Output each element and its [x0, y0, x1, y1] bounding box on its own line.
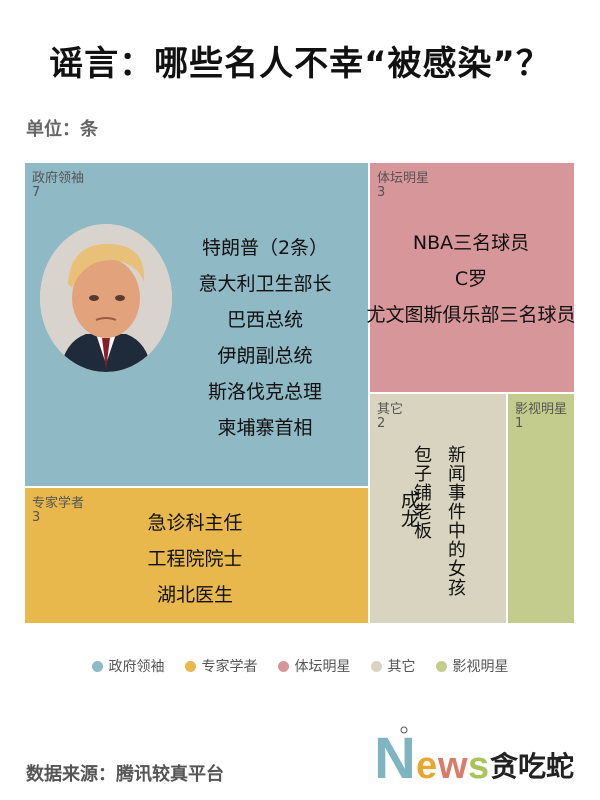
tile-value-label: 2: [377, 416, 386, 431]
legend: 政府领袖 专家学者 体坛明星 其它 影视明星: [0, 656, 600, 676]
legend-label: 体坛明星: [294, 659, 351, 675]
tile-items: 成龙: [391, 490, 600, 528]
tile-category-label: 影视明星: [515, 402, 568, 417]
tile-items: NBA三名球员 C罗尤文图斯俱乐部三名球员: [321, 225, 600, 333]
legend-item: 体坛明星: [277, 656, 351, 676]
portrait-image: [40, 224, 172, 372]
legend-item: 其它: [370, 656, 416, 676]
news-snake-logo: N e w s 贪吃蛇: [374, 726, 574, 786]
tile-item: 急诊科主任: [147, 512, 243, 534]
legend-swatch-icon: [184, 660, 196, 672]
tile-category-label: 其它: [377, 402, 404, 417]
tile-item: 尤文图斯俱乐部三名球员: [366, 304, 576, 326]
legend-item: 专家学者: [184, 656, 258, 676]
legend-swatch-icon: [277, 660, 289, 672]
tile-value-label: 7: [32, 185, 41, 200]
tile-category-label: 政府领袖: [32, 171, 85, 186]
tile-value-label: 3: [377, 185, 386, 200]
tile-items: 急诊科主任工程院院士湖北医生: [45, 505, 345, 613]
legend-swatch-icon: [370, 660, 382, 672]
tile-category-label: 体坛明星: [377, 171, 430, 186]
legend-label: 影视明星: [452, 659, 509, 675]
legend-item: 政府领袖: [91, 656, 165, 676]
tile-value-label: 1: [515, 416, 524, 431]
legend-label: 政府领袖: [108, 659, 165, 675]
tile-value-label: 3: [32, 510, 41, 525]
legend-item: 影视明星: [435, 656, 509, 676]
tile-items: 新闻事件中的女孩包子铺老板: [404, 445, 472, 615]
snake-eye-icon: [400, 726, 408, 734]
logo-text: 贪吃蛇: [490, 750, 574, 783]
legend-swatch-icon: [91, 660, 103, 672]
logo-letter-s: s: [468, 745, 489, 786]
data-source: 数据来源：腾讯较真平台: [26, 764, 224, 785]
tile-item: 湖北医生: [156, 584, 233, 606]
logo-letter-w: w: [437, 745, 468, 786]
tile-item: 工程院院士: [147, 548, 243, 570]
legend-label: 专家学者: [201, 659, 258, 675]
tile-item: 成龙: [398, 490, 420, 528]
legend-swatch-icon: [435, 660, 447, 672]
tile-item: NBA三名球员: [412, 232, 530, 254]
logo-letter-e: e: [416, 745, 437, 786]
logo-letter-n: N: [374, 726, 416, 786]
legend-label: 其它: [387, 659, 416, 675]
treemap-chart: 政府领袖 7 特朗普（2条） 意大利卫生部长 巴西总统 伊朗副总统 斯洛伐克总理 柬埔寨首相专…: [0, 0, 600, 800]
tile-item: C罗: [454, 268, 488, 290]
